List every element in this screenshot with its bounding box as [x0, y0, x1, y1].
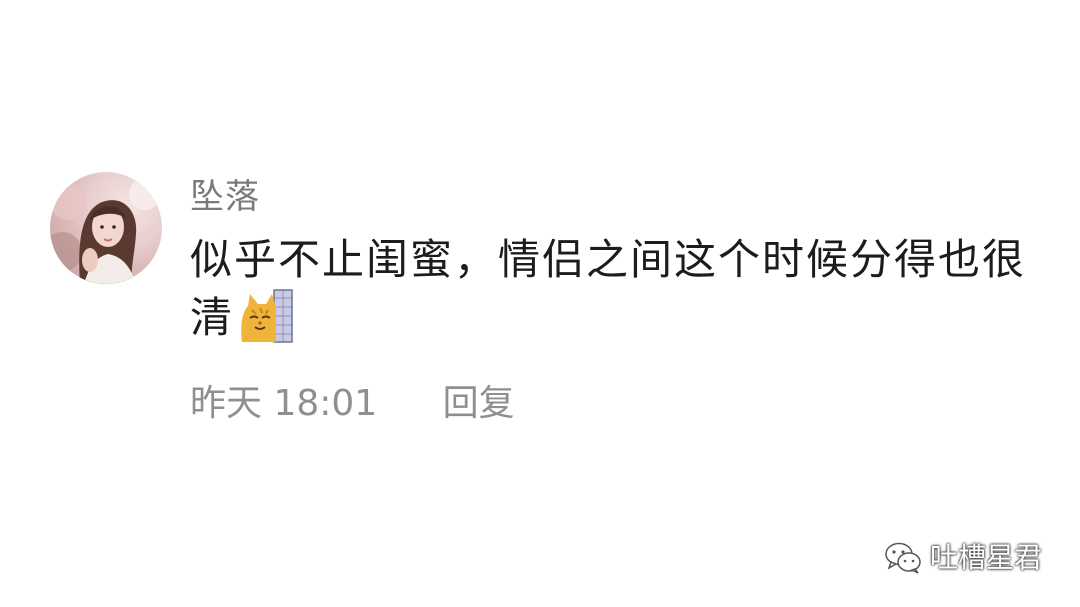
comment-username[interactable]: 坠落: [190, 177, 260, 217]
watermark: 吐槽星君: [884, 541, 1042, 575]
wechat-icon: [885, 542, 921, 574]
comment-screen: 坠落 似乎不止闺蜜，情侣之间这个时候分得也很清 昨天 18:01 回复 吐槽星君: [0, 0, 1080, 607]
watermark-text: 吐槽星君: [929, 541, 1042, 574]
comment-meta: 昨天 18:01 回复: [190, 384, 515, 424]
reply-button[interactable]: 回复: [443, 384, 515, 424]
avatar[interactable]: [50, 172, 162, 284]
avatar-image: [50, 178, 161, 284]
cat-peeking-emoji-icon: [238, 288, 294, 344]
comment-timestamp: 昨天 18:01: [190, 383, 378, 424]
comment-text: 似乎不止闺蜜，情侣之间这个时候分得也很清: [190, 235, 1027, 342]
comment-text-block: 似乎不止闺蜜，情侣之间这个时候分得也很清: [190, 232, 1050, 346]
